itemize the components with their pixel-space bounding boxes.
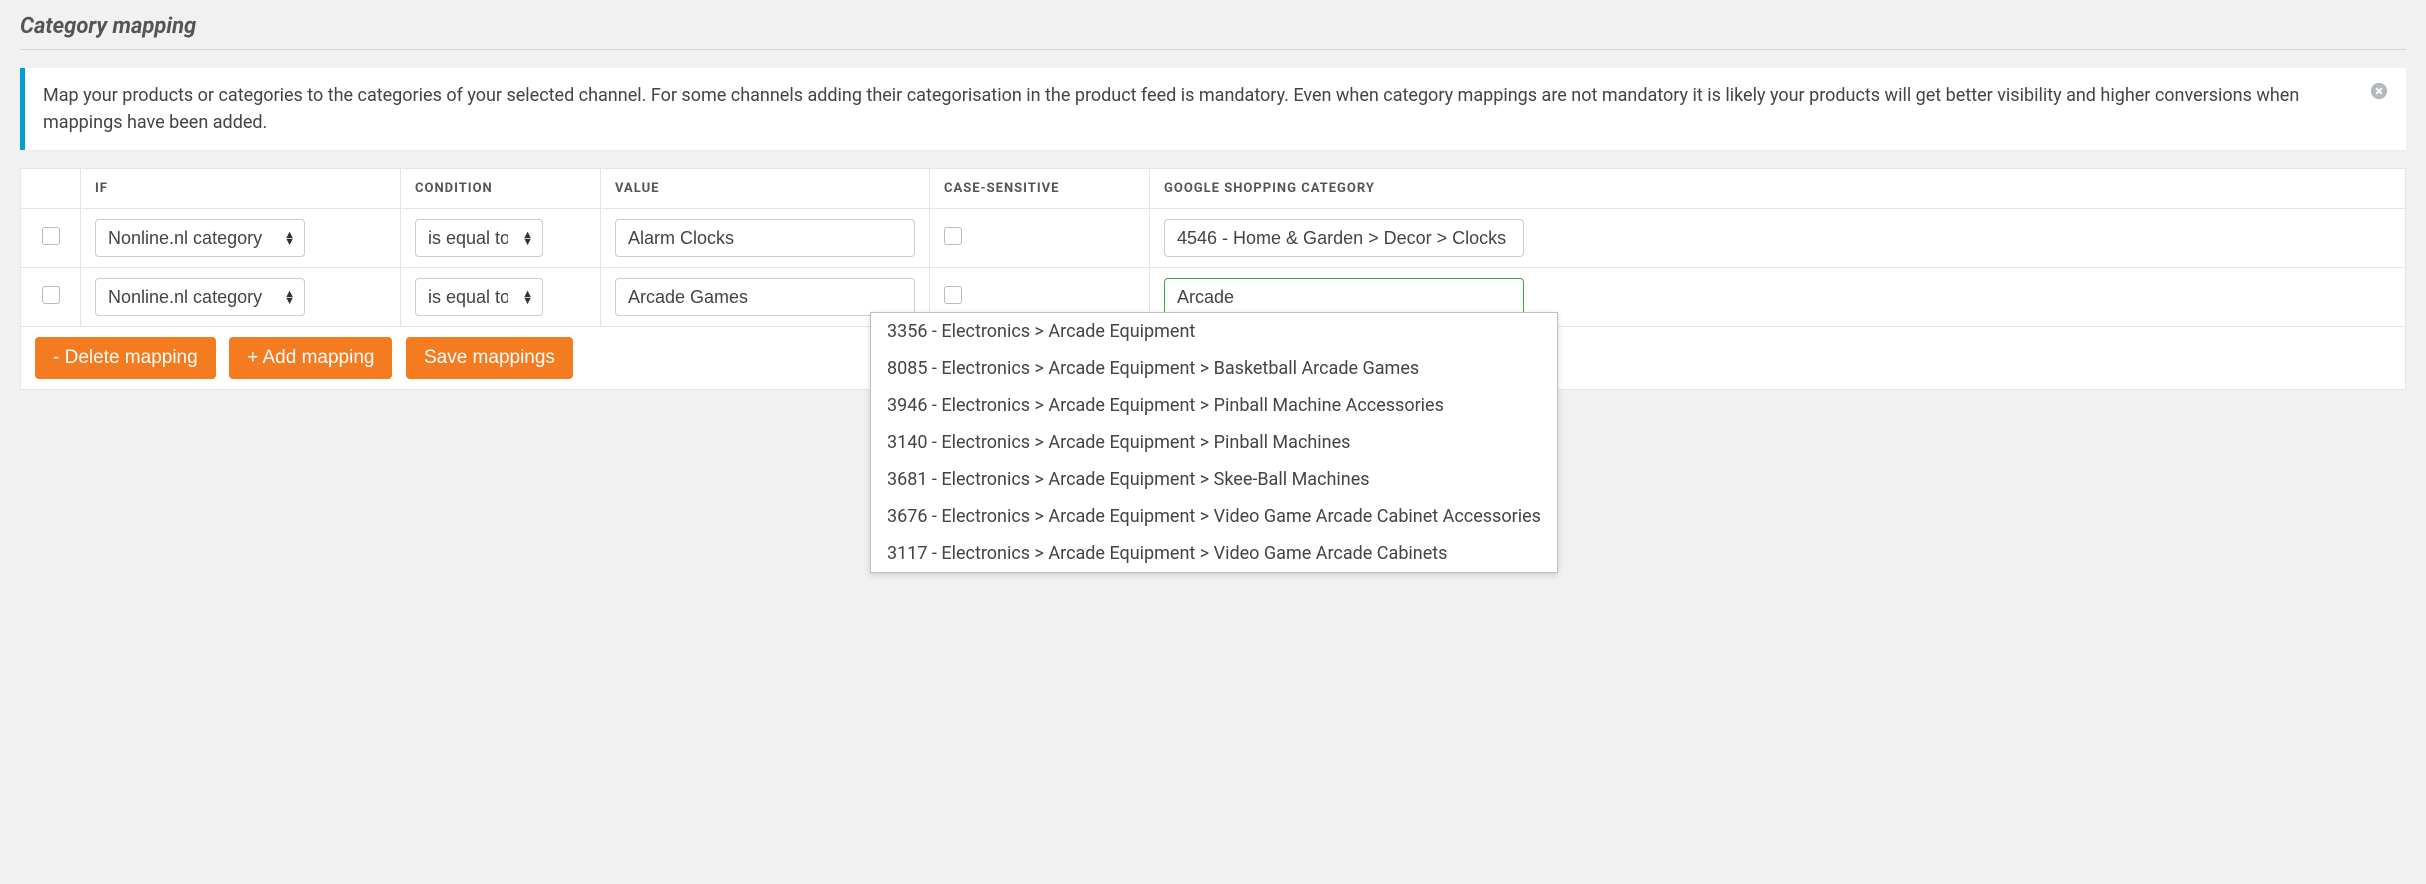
gsc-input[interactable]: [1164, 278, 1524, 316]
table-header-row: IF CONDITION VALUE CASE-SENSITIVE GOOGLE…: [21, 169, 2406, 209]
autocomplete-option[interactable]: 3681 - Electronics > Arcade Equipment > …: [871, 461, 1557, 498]
add-mapping-button[interactable]: + Add mapping: [229, 337, 392, 379]
condition-cell: is equal to ▲▼: [401, 209, 601, 268]
case-sensitive-checkbox[interactable]: [944, 286, 962, 304]
if-select[interactable]: Nonline.nl category: [95, 278, 305, 316]
header-value: VALUE: [601, 169, 930, 209]
autocomplete-option[interactable]: 3676 - Electronics > Arcade Equipment > …: [871, 498, 1557, 535]
table-row: Nonline.nl category ▲▼ is equal to ▲▼: [21, 268, 2406, 327]
autocomplete-dropdown: 3356 - Electronics > Arcade Equipment 80…: [870, 312, 1558, 573]
gsc-input[interactable]: [1164, 219, 1524, 257]
header-gsc: GOOGLE SHOPPING CATEGORY: [1150, 169, 2406, 209]
autocomplete-option[interactable]: 8085 - Electronics > Arcade Equipment > …: [871, 350, 1557, 387]
row-select-cell: [21, 268, 81, 327]
row-select-checkbox[interactable]: [42, 286, 60, 304]
if-cell: Nonline.nl category ▲▼: [81, 209, 401, 268]
mapping-table: IF CONDITION VALUE CASE-SENSITIVE GOOGLE…: [20, 168, 2406, 390]
condition-select[interactable]: is equal to: [415, 278, 543, 316]
header-case-sensitive: CASE-SENSITIVE: [930, 169, 1150, 209]
condition-cell: is equal to ▲▼: [401, 268, 601, 327]
autocomplete-option[interactable]: 3356 - Electronics > Arcade Equipment: [871, 313, 1557, 350]
row-select-checkbox[interactable]: [42, 227, 60, 245]
close-icon[interactable]: [2370, 82, 2388, 100]
if-select[interactable]: Nonline.nl category: [95, 219, 305, 257]
section-title: Category mapping: [20, 8, 2406, 50]
autocomplete-option[interactable]: 3140 - Electronics > Arcade Equipment > …: [871, 424, 1557, 461]
table-row: Nonline.nl category ▲▼ is equal to ▲▼: [21, 209, 2406, 268]
condition-select[interactable]: is equal to: [415, 219, 543, 257]
value-cell: [601, 209, 930, 268]
gsc-cell: 3356 - Electronics > Arcade Equipment 80…: [1150, 268, 2406, 327]
value-input[interactable]: [615, 219, 915, 257]
info-notice: Map your products or categories to the c…: [20, 68, 2406, 150]
if-cell: Nonline.nl category ▲▼: [81, 268, 401, 327]
autocomplete-option[interactable]: 3946 - Electronics > Arcade Equipment > …: [871, 387, 1557, 424]
case-sensitive-cell: [930, 209, 1150, 268]
autocomplete-option[interactable]: 3117 - Electronics > Arcade Equipment > …: [871, 535, 1557, 572]
case-sensitive-checkbox[interactable]: [944, 227, 962, 245]
delete-mapping-button[interactable]: - Delete mapping: [35, 337, 216, 379]
value-input[interactable]: [615, 278, 915, 316]
save-mappings-button[interactable]: Save mappings: [406, 337, 573, 379]
header-checkbox: [21, 169, 81, 209]
row-select-cell: [21, 209, 81, 268]
header-if: IF: [81, 169, 401, 209]
gsc-cell: [1150, 209, 2406, 268]
notice-text: Map your products or categories to the c…: [43, 82, 2350, 136]
header-condition: CONDITION: [401, 169, 601, 209]
